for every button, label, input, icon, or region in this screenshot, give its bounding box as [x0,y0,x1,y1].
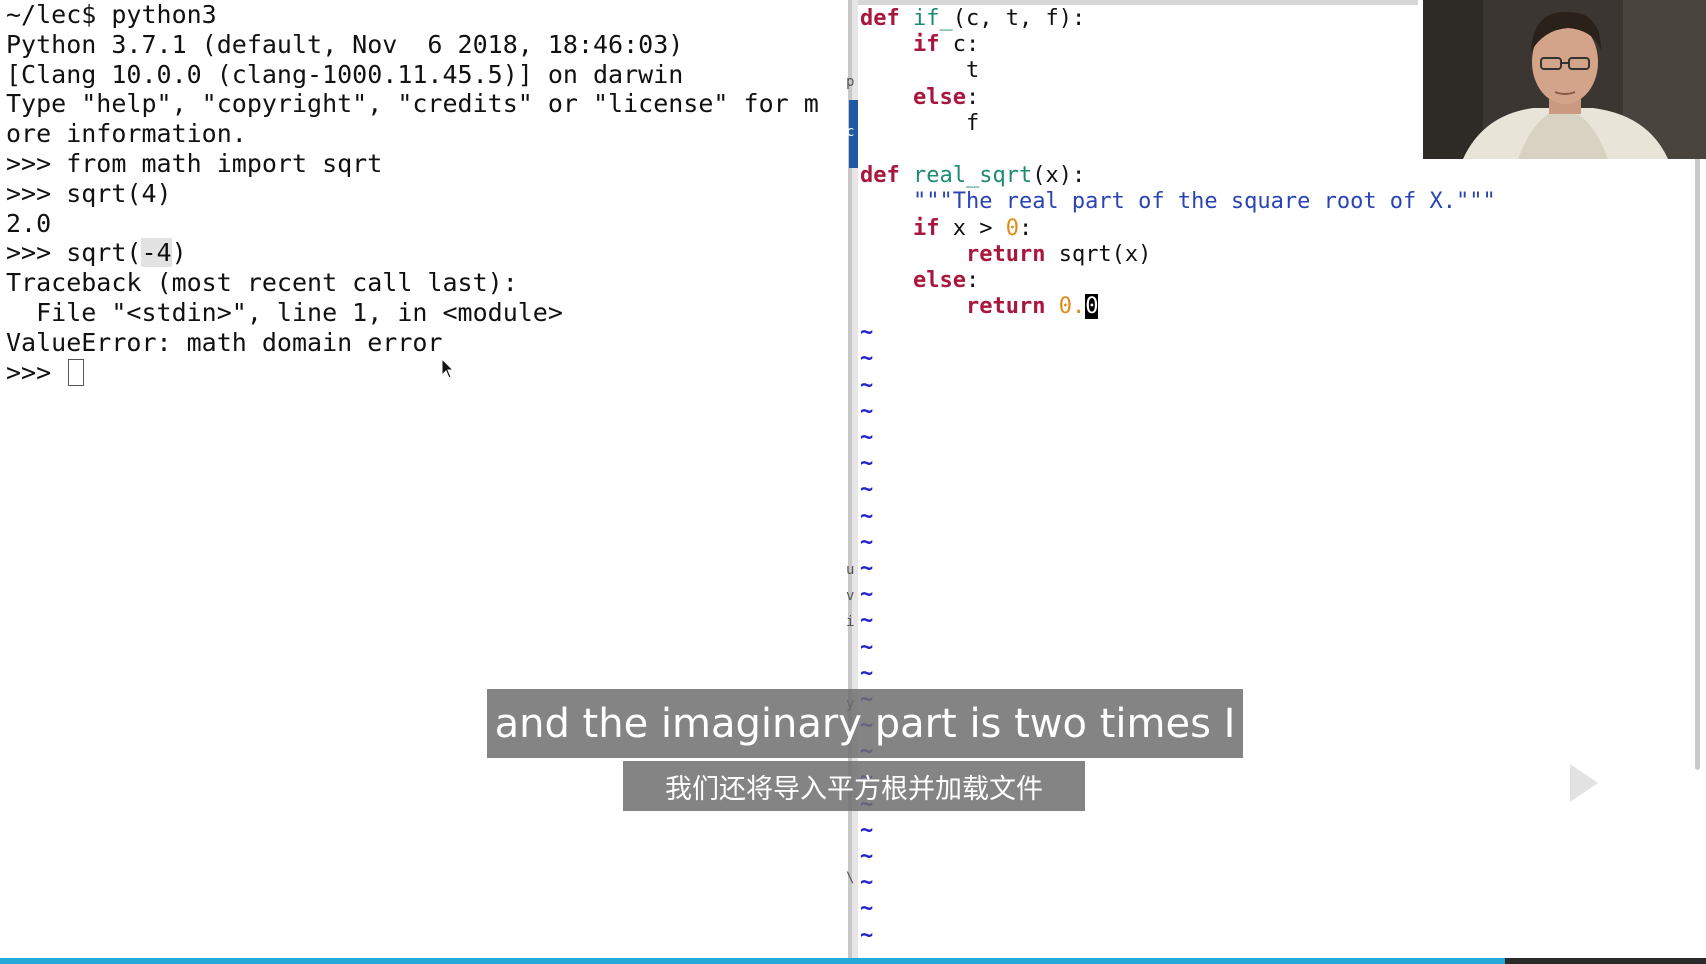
number-literal: 0 [1005,215,1019,241]
keyword: return [965,294,1046,320]
empty-line-tilde: ~ [860,870,874,896]
terminal-text: ) [171,238,187,268]
code-text: (c, t, f): [952,6,1086,31]
code-text: : [1018,215,1033,241]
terminal-highlight: -4 [141,238,172,268]
empty-line-tilde: ~ [860,634,874,660]
gutter-char: i [846,614,855,630]
terminal-line: ~/lec$ python3 [6,0,217,29]
terminal-pane[interactable]: ~/lec$ python3 Python 3.7.1 (default, No… [0,0,848,958]
keyword: def [860,6,900,31]
empty-line-tilde: ~ [860,529,874,555]
keyword: else [912,267,966,293]
empty-line-tilde: ~ [860,582,874,608]
editor-scrollbar[interactable] [1695,150,1700,770]
code-line: else: [860,268,1496,294]
code-line: f [860,111,1496,137]
empty-line-tilde: ~ [860,922,874,948]
empty-line-tilde: ~ [860,451,874,477]
gutter-char: c [846,124,855,140]
number-literal: 0. [1058,294,1086,320]
empty-line-tilde: ~ [860,346,874,372]
terminal-line: >>> from math import sqrt [6,148,383,178]
progress-fill [0,958,1505,964]
terminal-prompt-line[interactable]: >>> [6,358,848,388]
keyword: def [860,163,900,189]
empty-line-tilde: ~ [860,817,874,843]
progress-bar[interactable] [0,958,1706,964]
empty-line-tilde: ~ [860,372,874,398]
play-button[interactable] [1520,718,1636,830]
code-line: def real_sqrt(x): [860,163,1496,189]
terminal-line: ValueError: math domain error [6,327,443,357]
code-text: t [965,58,980,84]
empty-line-tilde: ~ [860,608,874,634]
subtitle-chinese: 我们还将导入平方根并加载文件 [623,761,1085,811]
keyword: if [912,32,940,58]
empty-line-tilde: ~ [860,398,874,424]
terminal-cursor [68,358,85,386]
presenter-video-icon [1423,0,1706,159]
function-name: if_ [913,6,953,31]
code-text: x > [939,215,1006,241]
empty-line-tilde: ~ [860,320,874,346]
code-line: return 0.0 [860,294,1496,320]
function-name: real_sqrt [913,163,1033,189]
keyword: if [912,215,940,241]
keyword: return [965,241,1046,267]
docstring: """The real part of the square root of X… [912,189,1496,215]
webcam-overlay [1423,0,1706,159]
code-line: else: [860,85,1496,111]
keyword: else [912,84,966,110]
code-text: c: [939,32,980,58]
video-player-screen: ~/lec$ python3 Python 3.7.1 (default, No… [0,0,1706,964]
empty-line-tilde: ~ [860,660,874,686]
empty-line-tilde: ~ [860,503,874,529]
subtitle-english: and the imaginary part is two times I [487,689,1243,758]
editor-title-bar [858,0,1418,5]
terminal-output: ~/lec$ python3 Python 3.7.1 (default, No… [0,0,848,387]
terminal-line: >>> sqrt(-4) [6,238,848,268]
gutter-char: p [846,74,855,90]
terminal-line: 2.0 [6,208,52,238]
code-line: if x > 0: [860,216,1496,242]
empty-lines: ~~~~~~~~~~~~~~~~~~~~~~~~ [860,320,1496,949]
code-line: t [860,58,1496,84]
terminal-text: >>> sqrt( [6,238,142,268]
terminal-line: Type "help", "copyright", "credits" or "… [6,89,819,119]
terminal-prompt: >>> [6,357,67,387]
code-text: f [965,110,980,136]
code-line: if c: [860,32,1496,58]
terminal-line: [Clang 10.0.0 (clang-1000.11.45.5)] on d… [6,59,684,89]
code-text: : [965,84,980,110]
code-text: sqrt(x) [1045,241,1152,267]
empty-line-tilde: ~ [860,896,874,922]
empty-line-tilde: ~ [860,477,874,503]
empty-line-tilde: ~ [860,425,874,450]
gutter-char: u [846,562,855,578]
code-text: (x): [1032,163,1086,189]
terminal-line: >>> sqrt(4) [6,178,172,208]
code-line: """The real part of the square root of X… [860,189,1496,215]
code-line: return sqrt(x) [860,242,1496,268]
code-text: : [965,267,980,293]
code-line: def if_(c, t, f): [860,6,1496,32]
empty-line-tilde: ~ [860,844,874,869]
terminal-line: File "<stdin>", line 1, in <module> [6,297,563,327]
mouse-pointer-icon [441,358,455,379]
terminal-line: Python 3.7.1 (default, Nov 6 2018, 18:46… [6,29,684,59]
terminal-line: ore information. [6,119,247,149]
gutter-char: v [846,588,855,604]
terminal-line: Traceback (most recent call last): [6,268,518,298]
gutter-char: \ [846,870,855,886]
editor-cursor: 0 [1085,294,1099,320]
play-icon [1524,728,1632,826]
empty-line-tilde: ~ [860,555,874,581]
